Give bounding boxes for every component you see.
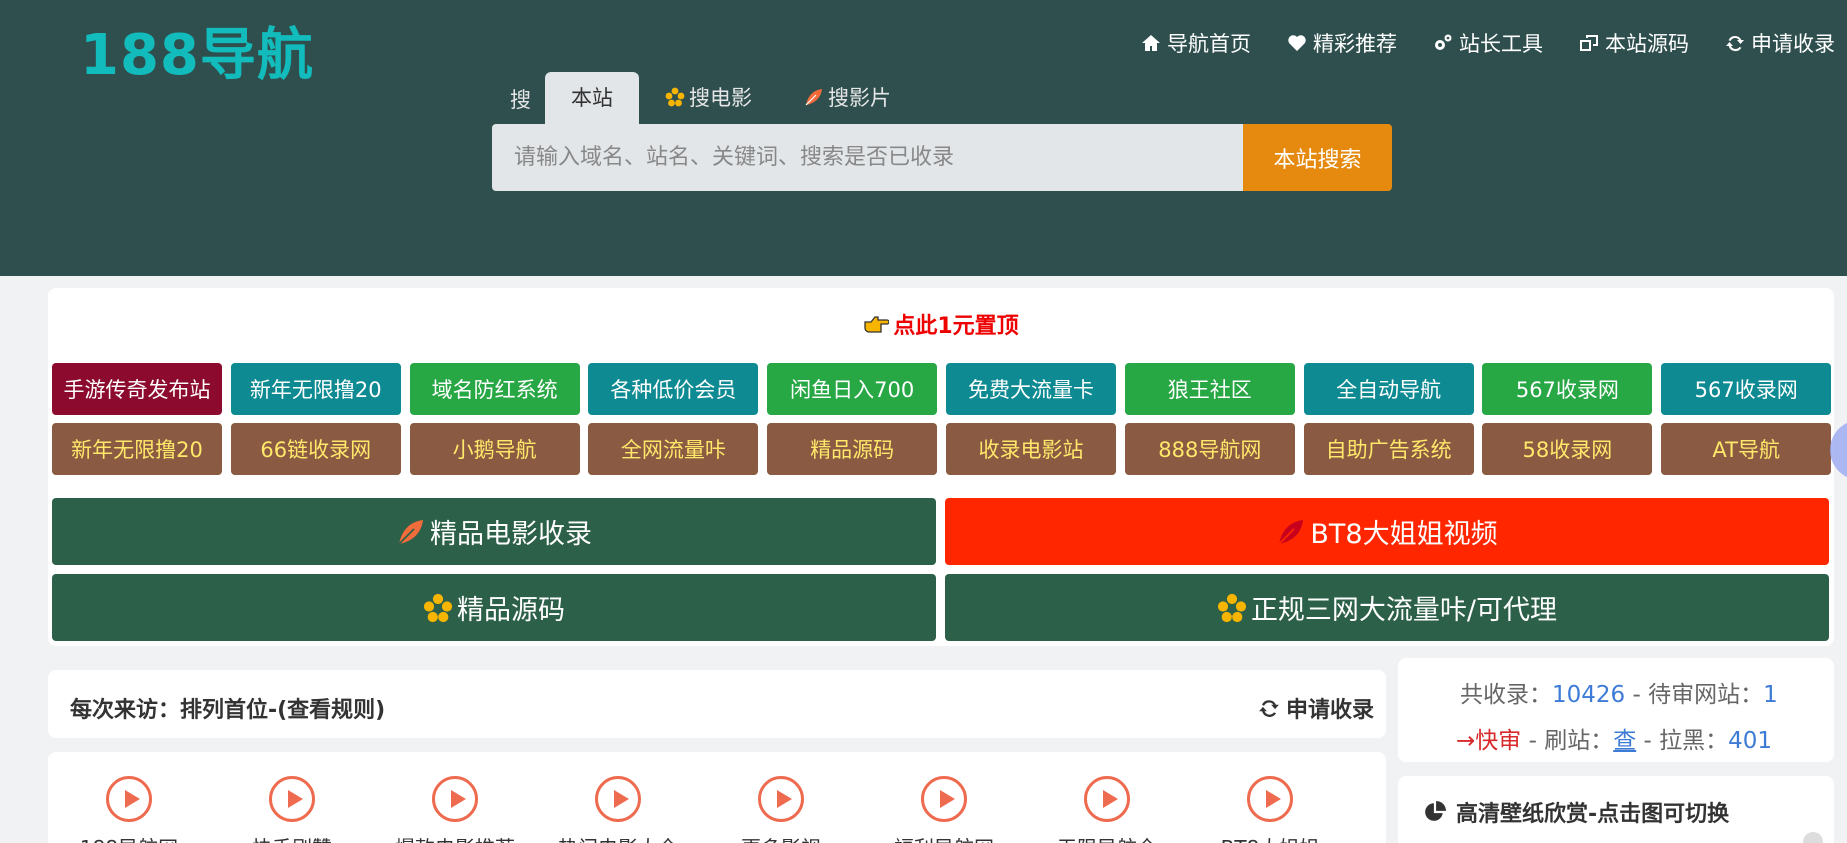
stats-card: 共收录：10426 - 待审网站：1 →快审 - 刷站：查 - 拉黑：401 (1398, 658, 1834, 762)
pie-chart-icon (1425, 801, 1446, 821)
video-item[interactable]: BT8大姐姐 (1210, 776, 1330, 843)
link-chip[interactable]: 自助广告系统 (1303, 423, 1474, 475)
video-links: 188导航网 快手刷赞 爆款电影推荐 热门电影大全 更多影视 福利导航网 无限导… (48, 752, 1386, 843)
link-chip[interactable]: 58收录网 (1482, 423, 1653, 475)
link-chip[interactable]: 免费大流量卡 (945, 363, 1116, 415)
search-box: 本站搜索 (492, 124, 1392, 191)
top-nav: 导航首页 精彩推荐 站长工具 本站源码 申请收录 (1141, 28, 1835, 58)
link-chip[interactable]: 新年无限撸20 (52, 423, 222, 475)
home-icon (1142, 35, 1160, 51)
tab-film[interactable]: 搜影片 (778, 72, 917, 124)
refresh-icon (1259, 700, 1279, 717)
header: 188导航 导航首页 精彩推荐 站长工具 本站源码 申请收录 搜 本站 搜电影 … (0, 0, 1847, 276)
star-flower-icon (423, 593, 453, 622)
stats-row-totals: 共收录：10426 - 待审网站：1 (1460, 682, 1778, 708)
video-item[interactable]: 热门电影大全 (558, 776, 678, 843)
featured-links: 精品电影收录 BT8大姐姐视频 精品源码 正规三网大流量咔/可代理 (52, 498, 1832, 641)
play-icon (269, 776, 315, 822)
wallpaper-title: 高清壁纸欣赏-点击图可切换 (1424, 796, 1729, 828)
windows-icon (1580, 35, 1598, 51)
link-chip[interactable]: 精品源码 (767, 423, 938, 475)
stats-row-actions: →快审 - 刷站：查 - 拉黑：401 (1456, 728, 1773, 754)
tab-site[interactable]: 本站 (545, 72, 639, 124)
link-chip[interactable]: 收录电影站 (945, 423, 1116, 475)
site-logo[interactable]: 188导航 (80, 10, 314, 91)
blacklist-count: 401 (1728, 728, 1773, 754)
play-icon (758, 776, 804, 822)
leaf-icon (805, 89, 822, 106)
video-item[interactable]: 更多影视 (721, 776, 841, 843)
star-flower-icon (665, 87, 685, 107)
featured-link-movies[interactable]: 精品电影收录 (52, 498, 936, 565)
featured-link-bt8[interactable]: BT8大姐姐视频 (945, 498, 1829, 565)
featured-link-datacard[interactable]: 正规三网大流量咔/可代理 (945, 574, 1829, 641)
video-item[interactable]: 无限导航全 (1047, 776, 1167, 843)
video-item[interactable]: 快手刷赞 (232, 776, 352, 843)
link-chips: 手游传奇发布站 新年无限撸20 域名防红系统 各种低价会员 闲鱼日入700 免费… (52, 363, 1832, 475)
sponsor-panel: 点此1元置顶 手游传奇发布站 新年无限撸20 域名防红系统 各种低价会员 闲鱼日… (48, 288, 1834, 646)
notice-bar: 每次来访：排列首位-(查看规则) 申请收录 (48, 670, 1386, 738)
play-icon (1084, 776, 1130, 822)
nav-source[interactable]: 本站源码 (1579, 28, 1689, 58)
fast-review-link[interactable]: →快审 (1456, 728, 1521, 754)
link-chip[interactable]: 新年无限撸20 (230, 363, 401, 415)
play-icon (921, 776, 967, 822)
link-chip[interactable]: 狼王社区 (1124, 363, 1295, 415)
link-chip[interactable]: 567收录网 (1482, 363, 1653, 415)
notice-apply-button[interactable]: 申请收录 (1258, 692, 1374, 724)
star-flower-icon (1217, 593, 1247, 622)
search-tabs: 搜 本站 搜电影 搜影片 (510, 72, 917, 124)
link-chip[interactable]: 小鹅导航 (409, 423, 580, 475)
link-chip[interactable]: 888导航网 (1124, 423, 1295, 475)
video-item[interactable]: 爆款电影推荐 (395, 776, 515, 843)
link-chip[interactable]: 域名防红系统 (409, 363, 580, 415)
video-item[interactable]: 福利导航网 (884, 776, 1004, 843)
pending-count: 1 (1763, 682, 1778, 708)
tab-movie[interactable]: 搜电影 (639, 72, 778, 124)
play-icon (595, 776, 641, 822)
link-chip[interactable]: 全自动导航 (1303, 363, 1474, 415)
video-item[interactable]: 188导航网 (69, 776, 189, 843)
search-input[interactable] (492, 124, 1243, 191)
featured-link-source[interactable]: 精品源码 (52, 574, 936, 641)
gears-icon (1435, 34, 1452, 50)
nav-apply[interactable]: 申请收录 (1725, 28, 1835, 58)
search-lead: 搜 (510, 88, 531, 112)
link-chip[interactable]: 全网流量咔 (588, 423, 759, 475)
wallpaper-card: 高清壁纸欣赏-点击图可切换 (1398, 776, 1834, 843)
check-link[interactable]: 查 (1613, 728, 1636, 754)
nav-recommend[interactable]: 精彩推荐 (1287, 28, 1397, 58)
link-chip[interactable]: 各种低价会员 (588, 363, 759, 415)
nav-home[interactable]: 导航首页 (1141, 28, 1251, 58)
heart-icon (1288, 35, 1306, 51)
play-icon (106, 776, 152, 822)
nav-tools[interactable]: 站长工具 (1433, 28, 1543, 58)
play-icon (432, 776, 478, 822)
total-count: 10426 (1552, 682, 1626, 708)
link-chip[interactable]: 66链收录网 (230, 423, 401, 475)
leaf-icon (398, 519, 423, 545)
leaf-icon (1278, 519, 1304, 545)
search-button[interactable]: 本站搜索 (1243, 124, 1392, 191)
link-chip[interactable]: 手游传奇发布站 (52, 363, 222, 415)
pointing-hand-icon (864, 316, 890, 333)
link-chip[interactable]: 闲鱼日入700 (767, 363, 938, 415)
link-chip[interactable]: AT导航 (1661, 423, 1832, 475)
refresh-icon (1726, 36, 1744, 52)
pin-top-link[interactable]: 点此1元置顶 (48, 308, 1834, 340)
link-chip[interactable]: 567收录网 (1661, 363, 1832, 415)
notice-rule-link[interactable]: 每次来访：排列首位-(查看规则) (70, 692, 385, 724)
play-icon (1247, 776, 1293, 822)
